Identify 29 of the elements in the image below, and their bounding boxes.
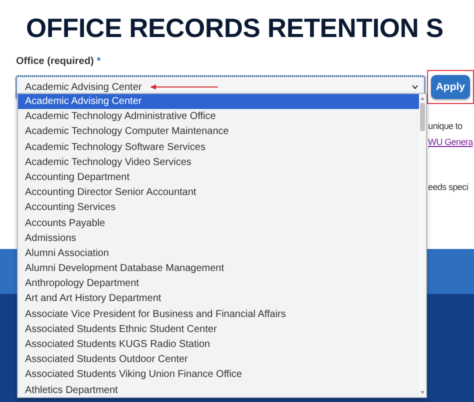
body-text: unique to bbox=[428, 120, 464, 133]
dropdown-option[interactable]: Associated Students Viking Union Finance Office bbox=[18, 367, 419, 383]
dropdown-option[interactable]: Academic Technology Computer Maintenance bbox=[18, 124, 419, 140]
dropdown-option[interactable]: Associate Vice President for Business and Financial Affairs bbox=[18, 306, 419, 322]
dropdown-option[interactable]: Alumni Development Database Management bbox=[18, 261, 419, 276]
text-link[interactable]: WU Genera bbox=[428, 134, 473, 150]
dropdown-option[interactable]: Academic Advising Center bbox=[18, 94, 419, 110]
dropdown-option[interactable]: Art and Art History Department bbox=[18, 291, 419, 307]
dropdown-option[interactable]: Anthropology Department bbox=[18, 276, 419, 292]
dropdown-option[interactable]: Academic Technology Software Services bbox=[18, 140, 419, 155]
page-title: OFFICE RECORDS RETENTION S bbox=[26, 12, 444, 44]
dropdown-option[interactable]: Academic Technology Video Services bbox=[18, 154, 419, 170]
annotation-arrow bbox=[150, 84, 218, 90]
dropdown-option[interactable]: Accounting Director Senior Accountant bbox=[18, 185, 419, 200]
dropdown-option[interactable]: Accounting Department bbox=[18, 170, 419, 186]
required-mark: * bbox=[96, 56, 101, 67]
apply-button[interactable]: Apply bbox=[430, 75, 470, 99]
dropdown-option[interactable]: Admissions bbox=[18, 230, 419, 246]
dropdown-option[interactable]: Athletics Department bbox=[18, 382, 419, 398]
dropdown-option[interactable]: Accounting Services bbox=[18, 200, 419, 216]
dropdown-option[interactable]: Associated Students Ethnic Student Center bbox=[18, 322, 419, 337]
caret-icon bbox=[412, 85, 418, 89]
dropdown-option[interactable]: Accounts Payable bbox=[18, 216, 419, 231]
field-label: Office (required) bbox=[16, 56, 94, 67]
dropdown-option[interactable]: Academic Technology Administrative Office bbox=[18, 109, 419, 124]
dropdown-option[interactable]: Associated Students KUGS Radio Station bbox=[18, 337, 419, 352]
dropdown-option[interactable]: Alumni Association bbox=[18, 246, 419, 262]
dropdown-option[interactable]: Associated Students Outdoor Center bbox=[18, 352, 419, 368]
body-text: eeds speci bbox=[428, 181, 470, 194]
